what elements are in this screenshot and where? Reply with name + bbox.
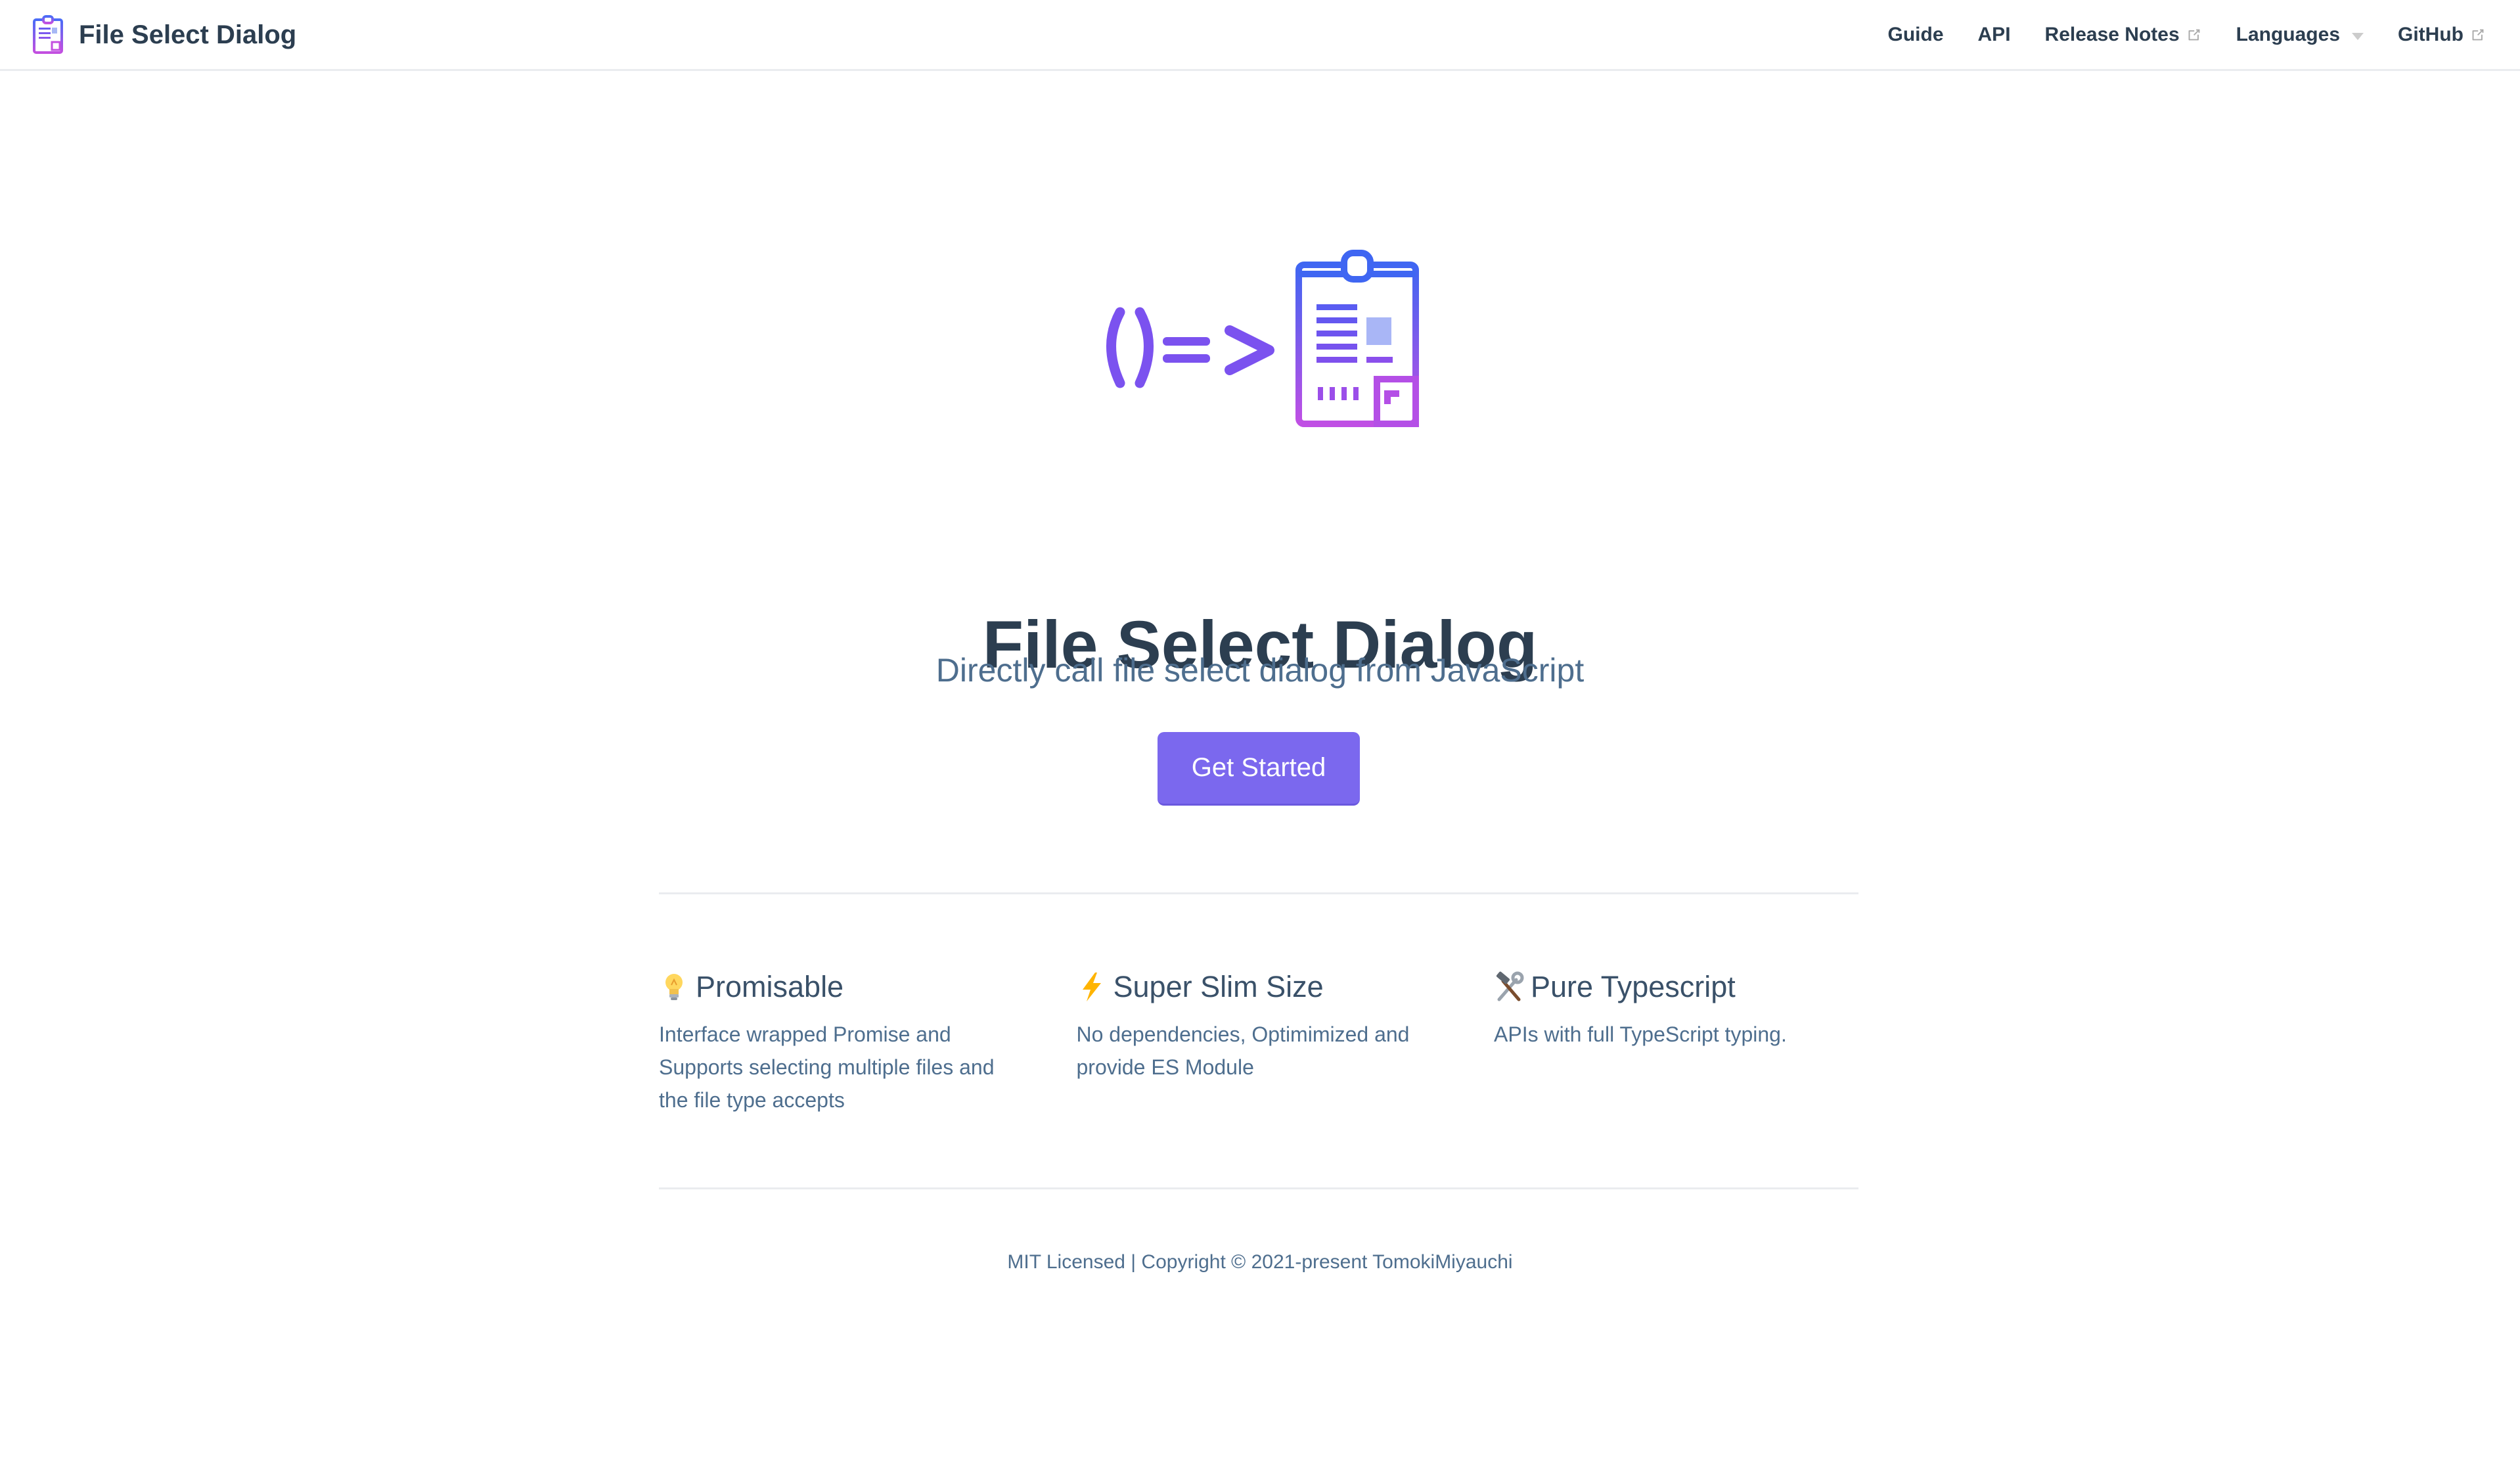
features: Promisable Interface wrapped Promise and…: [659, 966, 1858, 1138]
hammer-wrench-icon: [1496, 971, 1524, 1001]
navbar: File Select Dialog Guide API Release Not…: [0, 0, 2520, 71]
nav-api-label: API: [1977, 24, 2011, 45]
feature-details: No dependencies, Optimimized and provide…: [1076, 1022, 1410, 1079]
clipboard-logo-icon: [33, 15, 63, 54]
external-link-icon: [2188, 29, 2200, 41]
nav-release-notes[interactable]: Release Notes: [2045, 24, 2202, 46]
feature-item: Super Slim Size No dependencies, Optimim…: [1077, 966, 1441, 1138]
nav-guide[interactable]: Guide: [1888, 24, 1944, 46]
features-top-divider: [659, 892, 1858, 894]
lightning-icon: [1082, 973, 1101, 1001]
nav-api[interactable]: API: [1978, 24, 2011, 46]
feature-title: Super Slim Size: [1113, 970, 1324, 1003]
nav-release-notes-label: Release Notes: [2044, 24, 2180, 45]
nav-github-label: GitHub: [2398, 24, 2464, 45]
nav-links: Guide API Release Notes Languages GitHub: [1854, 0, 2486, 70]
footer-divider: [659, 1187, 1858, 1189]
feature-title: Pure Typescript: [1531, 970, 1736, 1003]
caret-down-icon: [2352, 32, 2364, 40]
get-started-button[interactable]: Get Started: [1158, 732, 1360, 806]
hero-description: Directly call file select dialog from Ja…: [935, 652, 1585, 689]
feature-title: Promisable: [696, 970, 844, 1003]
feature-details: APIs with full TypeScript typing.: [1494, 1022, 1787, 1046]
lightbulb-icon: [665, 974, 683, 1000]
arrow-function-clipboard-icon: [1106, 250, 1419, 427]
home-link[interactable]: File Select Dialog: [32, 12, 296, 58]
feature-item: Promisable Interface wrapped Promise and…: [659, 966, 1024, 1138]
footer: MIT Licensed | Copyright © 2021-present …: [1007, 1251, 1513, 1273]
feature-details: Interface wrapped Promise and Supports s…: [659, 1022, 995, 1112]
nav-github[interactable]: GitHub: [2398, 24, 2486, 46]
site-title: File Select Dialog: [79, 20, 297, 49]
nav-languages-label: Languages: [2236, 24, 2341, 45]
nav-languages-dropdown[interactable]: Languages: [2236, 24, 2364, 46]
feature-item: Pure Typescript APIs with full TypeScrip…: [1494, 966, 1858, 1138]
external-link-icon: [2472, 29, 2484, 41]
nav-guide-label: Guide: [1887, 24, 1944, 45]
